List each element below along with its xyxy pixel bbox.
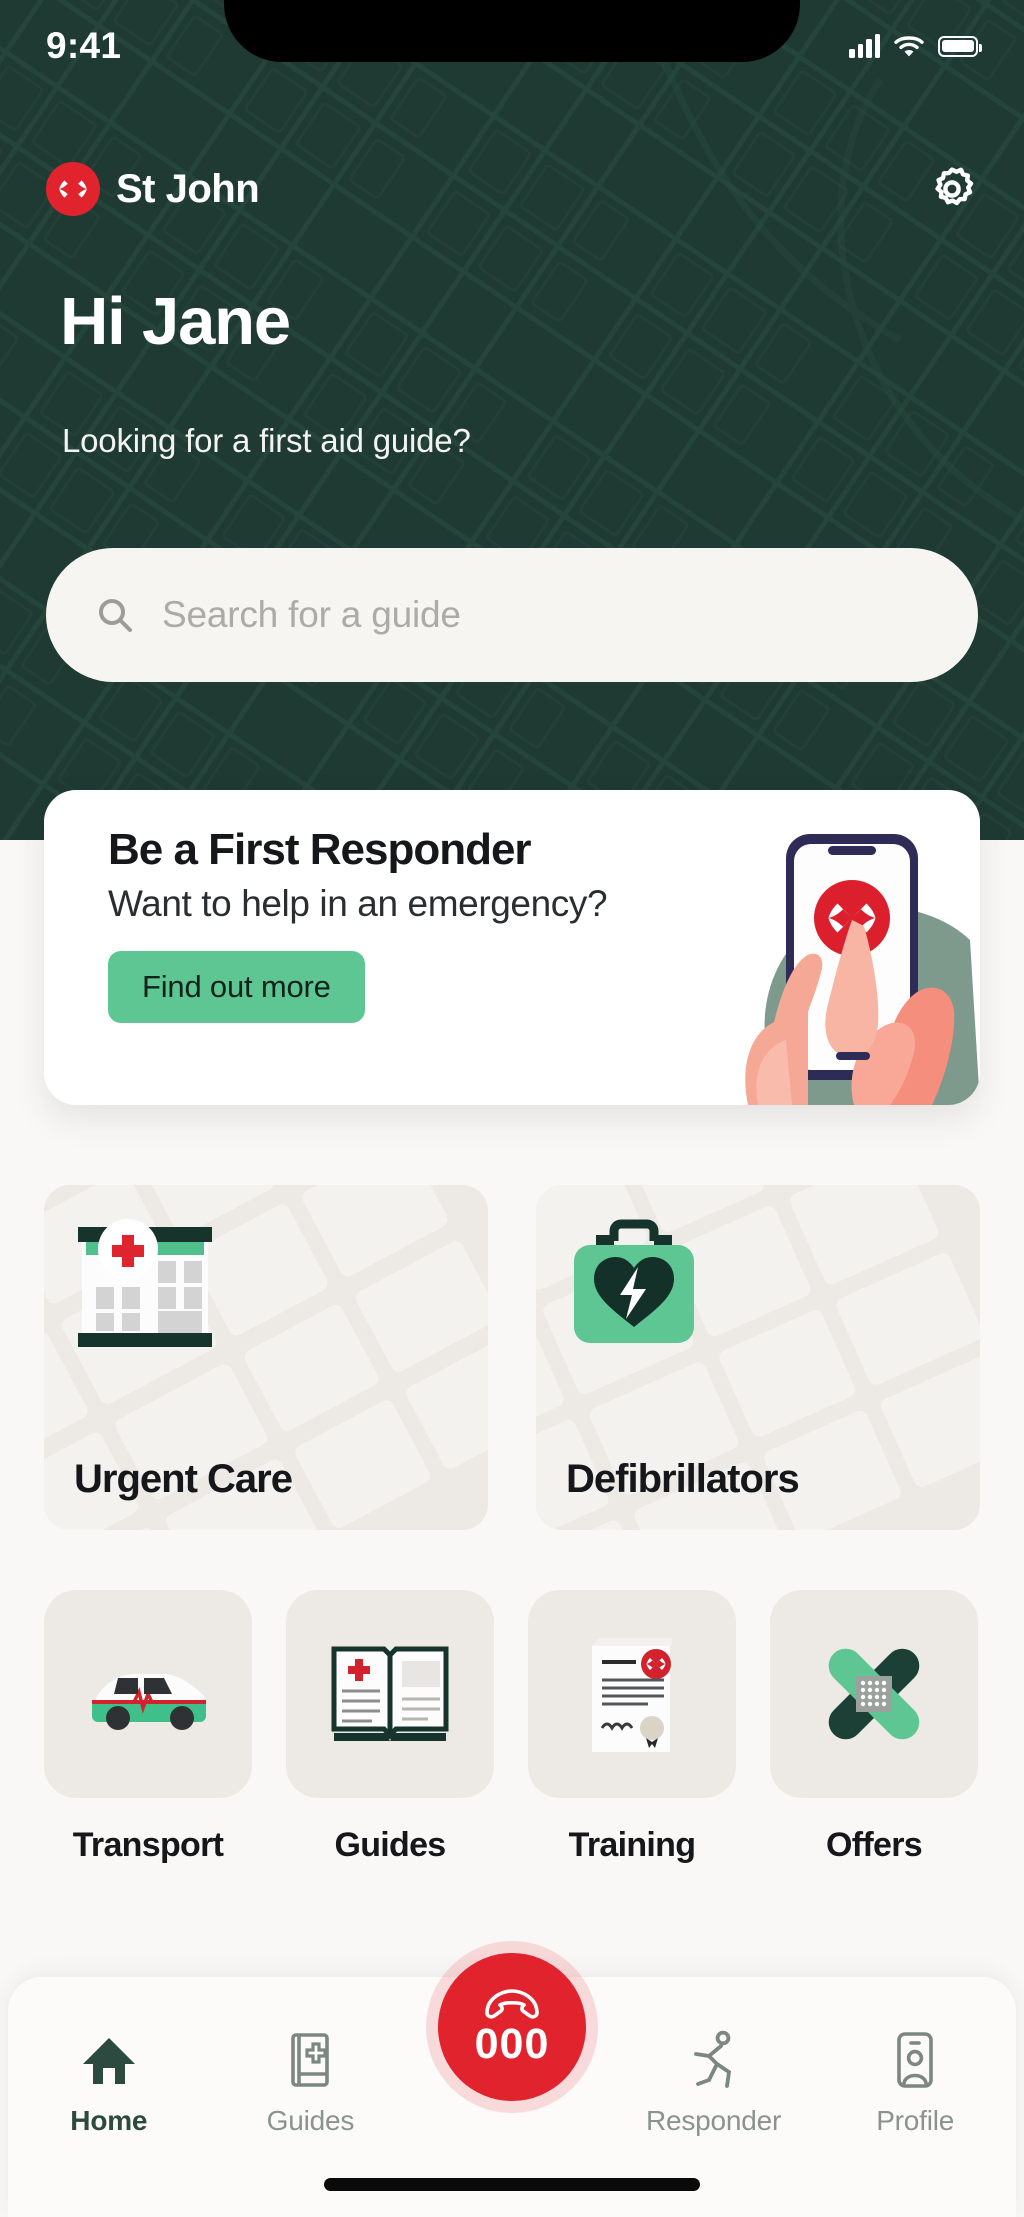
home-indicator — [324, 2178, 700, 2191]
emergency-call-button[interactable]: 000 — [426, 1941, 598, 2113]
nav-item-label: Profile — [876, 2105, 955, 2136]
book-plus-icon — [285, 2029, 335, 2091]
hands-holding-phone-illustration — [745, 834, 980, 1105]
quick-tile-transport[interactable]: Transport — [44, 1590, 252, 1910]
status-time: 9:41 — [46, 25, 122, 66]
greeting-subtitle: Looking for a first aid guide? — [62, 422, 471, 459]
nav-item-guides[interactable]: Guides — [210, 2029, 412, 2137]
quick-tile-label: Training — [568, 1826, 696, 1864]
search-placeholder: Search for a guide — [162, 594, 461, 635]
first-responder-title: Be a First Responder — [108, 825, 532, 874]
quick-tile-label: Offers — [826, 1826, 923, 1864]
gear-icon — [935, 167, 974, 206]
id-card-person-icon — [891, 2029, 939, 2091]
first-responder-card[interactable]: Be a First Responder Want to help in an … — [44, 790, 980, 1105]
find-out-more-button[interactable]: Find out more — [108, 951, 365, 1024]
nav-item-label: Responder — [645, 2105, 782, 2136]
map-tiles-row: Urgent Care Defibrillators — [44, 1185, 980, 1530]
app-screen: 9:41 St John Hi Jane Looking for a first… — [0, 0, 1024, 2217]
first-responder-card-text: Be a First Responder Want to help in an … — [108, 824, 608, 1024]
quick-tile-training[interactable]: Training — [528, 1590, 736, 1910]
emergency-number: 000 — [474, 2019, 550, 2068]
map-texture-background — [0, 0, 1024, 840]
battery-icon — [938, 35, 982, 57]
settings-button[interactable] — [926, 163, 978, 215]
quick-tile-label: Transport — [72, 1826, 224, 1864]
open-book-icon — [331, 1646, 449, 1742]
first-responder-subtitle: Want to help in an emergency? — [108, 883, 608, 925]
home-icon — [81, 2029, 137, 2091]
certificate-icon — [592, 1638, 672, 1752]
running-person-icon — [687, 2029, 741, 2091]
quick-tile-guides[interactable]: Guides — [286, 1590, 494, 1910]
nav-item-label: Guides — [266, 2105, 355, 2136]
quick-tile-icon-box — [528, 1590, 736, 1798]
nav-item-home[interactable]: Home — [8, 2029, 210, 2137]
nav-item-label: Home — [70, 2105, 148, 2136]
defibrillator-case-icon — [562, 1207, 706, 1362]
quick-actions-row: Transport Guides Training Offers — [44, 1590, 1024, 1910]
search-input[interactable]: Search for a guide — [46, 548, 978, 682]
maltese-cross-icon — [46, 162, 100, 216]
status-icon-group — [849, 34, 982, 58]
defibrillators-tile[interactable]: Defibrillators — [536, 1185, 980, 1530]
status-bar: 9:41 — [0, 0, 1024, 88]
header-banner — [0, 0, 1024, 840]
quick-tile-icon-box — [770, 1590, 978, 1798]
quick-tile-icon-box — [44, 1590, 252, 1798]
hospital-building-icon — [70, 1207, 220, 1362]
ambulance-car-icon — [92, 1674, 206, 1730]
emergency-button-core: 000 — [438, 1953, 586, 2101]
urgent-care-label: Urgent Care — [74, 1457, 293, 1501]
nav-item-responder[interactable]: Responder — [613, 2029, 815, 2137]
signal-icon — [849, 34, 880, 58]
greeting-title: Hi Jane — [60, 284, 291, 359]
quick-tile-label: Guides — [334, 1826, 446, 1864]
defibrillators-label: Defibrillators — [566, 1457, 800, 1501]
wifi-icon — [894, 36, 924, 57]
phone-handset-icon — [485, 1988, 539, 2019]
urgent-care-tile[interactable]: Urgent Care — [44, 1185, 488, 1530]
quick-tile-icon-box — [286, 1590, 494, 1798]
nav-item-profile[interactable]: Profile — [814, 2029, 1016, 2137]
quick-tile-offers[interactable]: Offers — [770, 1590, 978, 1910]
search-icon — [99, 599, 132, 632]
brand-logo: St John — [46, 162, 260, 216]
brand-name: St John — [116, 166, 260, 211]
crossed-plasters-icon — [828, 1648, 920, 1740]
brand-header-row: St John — [46, 158, 978, 220]
